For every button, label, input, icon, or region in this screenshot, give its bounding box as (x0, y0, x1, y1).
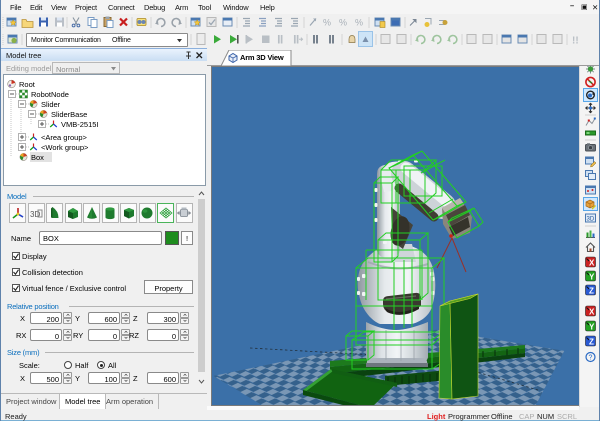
svg-text:Box: Box (31, 153, 44, 162)
svg-text:Y: Y (589, 273, 595, 282)
svg-text:3D: 3D (30, 210, 40, 219)
svg-text:VMB-2515I: VMB-2515I (61, 120, 99, 129)
svg-text:Y: Y (589, 323, 595, 332)
svg-text:Z: Z (589, 338, 594, 347)
svg-text:RobotNode: RobotNode (31, 90, 69, 99)
svg-text:%: % (323, 18, 331, 28)
svg-text:Slider: Slider (41, 100, 61, 109)
svg-text:X: X (589, 259, 595, 268)
svg-text:Root: Root (19, 80, 36, 89)
svg-text:<Area group>: <Area group> (41, 133, 87, 142)
svg-text:!!: !! (572, 36, 579, 47)
svg-text:Z: Z (589, 287, 594, 296)
svg-text:?: ? (589, 355, 593, 362)
svg-text:3D: 3D (587, 217, 595, 223)
svg-text:SliderBase: SliderBase (51, 110, 87, 119)
svg-text:<Work group>: <Work group> (41, 143, 89, 152)
svg-text:%: % (355, 18, 363, 28)
svg-text:%: % (339, 18, 347, 28)
svg-text:X: X (589, 308, 595, 317)
